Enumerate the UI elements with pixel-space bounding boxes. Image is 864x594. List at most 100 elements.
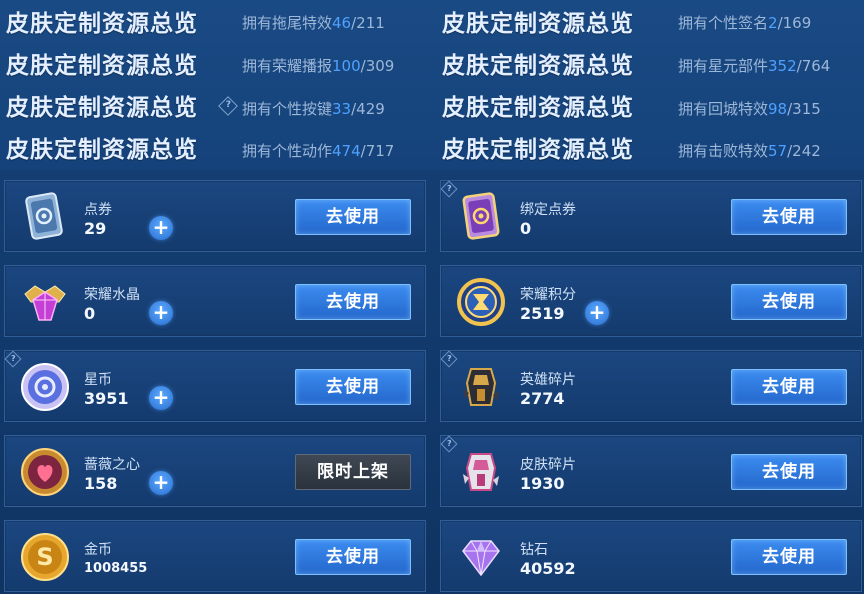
summary-title: 皮肤定制资源总览 [442,53,634,79]
stat-total: /242 [787,142,821,160]
stat-owned: 474 [332,142,361,160]
stat-label: 拥有星元部件 [678,57,769,75]
resource-count: 40592 [520,559,576,578]
stat-label: 拥有个性动作 [242,142,333,160]
resource-card-coupon: 点券 29 + 去使用 [4,180,426,252]
stat-label: 拥有荣耀播报 [242,57,333,75]
bound-coupon-card-icon [453,189,509,245]
use-skin-fragment-button[interactable]: 去使用 [731,454,847,490]
resource-card-skin-fragment: ? 皮肤碎片 1930 去使用 [440,435,862,507]
summary-title: 皮肤定制资源总览 [442,95,634,121]
stat-total: /169 [777,14,812,32]
resource-card-glory-crystal: 荣耀水晶 0 + 去使用 [4,265,426,337]
resource-card-star-coin: ? 星币 3951 + 去使用 [4,350,426,422]
resource-card-gold-coin: S 金币 1008455 去使用 [4,520,426,592]
resource-card-glory-points: 荣耀积分 2519 + 去使用 [440,265,862,337]
summary-stat-glory-broadcast: 拥有荣耀播报100/309 [242,55,394,76]
use-glory-points-button[interactable]: 去使用 [731,284,847,320]
stat-total: /315 [787,100,821,118]
summary-stat-defeat-effects: 拥有击败特效57/242 [678,140,821,161]
resource-count: 2774 [520,389,565,408]
use-coupon-button[interactable]: 去使用 [295,199,411,235]
svg-text:S: S [36,543,53,571]
resource-count: 1930 [520,474,565,493]
stat-total: /309 [360,57,395,75]
glory-crystal-icon [17,274,73,330]
summary-row: 皮肤定制资源总览 [6,42,198,84]
resource-count: 0 [84,304,96,323]
gold-coin-icon: S [17,529,73,585]
resource-count: 1008455 [84,561,148,576]
use-star-coin-button[interactable]: 去使用 [295,369,411,405]
resource-count: 0 [520,219,532,238]
use-gold-coin-button[interactable]: 去使用 [295,539,411,575]
stat-owned: 33 [332,100,352,118]
resource-name: 星币 [84,372,112,388]
add-rose-heart-button[interactable]: + [149,471,173,495]
use-glory-crystal-button[interactable]: 去使用 [295,284,411,320]
summary-title: 皮肤定制资源总览 [6,11,198,37]
use-hero-fragment-button[interactable]: 去使用 [731,369,847,405]
resource-name: 皮肤碎片 [520,457,576,473]
stat-total: /764 [796,57,831,75]
summary-title: 皮肤定制资源总览 [6,95,198,121]
resource-card-bound-coupon: ? 绑定点券 0 去使用 [440,180,862,252]
use-diamond-button[interactable]: 去使用 [731,539,847,575]
summary-title: 皮肤定制资源总览 [442,11,634,37]
use-bound-coupon-button[interactable]: 去使用 [731,199,847,235]
summary-stat-star-parts: 拥有星元部件352/764 [678,55,830,76]
stat-total: /211 [351,14,385,32]
summary-stat-custom-buttons: 拥有个性按键33/429 [242,98,385,119]
add-coupon-button[interactable]: + [149,216,173,240]
summary-title: 皮肤定制资源总览 [6,137,198,163]
stat-label: 拥有个性按键 [242,100,333,118]
rose-heart-icon [17,444,73,500]
resource-name: 点券 [84,202,112,218]
resource-card-hero-fragment: ? 英雄碎片 2774 去使用 [440,350,862,422]
skin-fragment-icon [453,444,509,500]
resource-count: 158 [84,474,118,493]
summary-row: 皮肤定制资源总览 [442,0,634,42]
summary-row: 皮肤定制资源总览 [6,126,198,168]
resource-name: 荣耀水晶 [84,287,140,303]
resource-count: 2519 [520,304,565,323]
help-icon[interactable]: ? [218,96,238,116]
resource-name: 荣耀积分 [520,287,576,303]
limited-time-button[interactable]: 限时上架 [295,454,411,490]
resource-name: 金币 [84,542,112,558]
summary-row: 皮肤定制资源总览 [6,84,198,126]
summary-title: 皮肤定制资源总览 [442,137,634,163]
summary-row: 皮肤定制资源总览 [442,126,634,168]
summary-title: 皮肤定制资源总览 [6,53,198,79]
stat-label: 拥有拖尾特效 [242,14,333,32]
stat-owned: 46 [332,14,352,32]
diamond-icon [453,529,509,585]
add-glory-points-button[interactable]: + [585,301,609,325]
stat-label: 拥有回城特效 [678,100,769,118]
summary-row: 皮肤定制资源总览 [6,0,198,42]
summary-stat-custom-actions: 拥有个性动作474/717 [242,140,394,161]
resource-count: 3951 [84,389,129,408]
hero-fragment-icon [453,359,509,415]
stat-owned: 352 [768,57,797,75]
summary-row: 皮肤定制资源总览 [442,42,634,84]
stat-total: /717 [360,142,395,160]
stat-owned: 2 [768,14,778,32]
skin-resource-summary: 皮肤定制资源总览 拥有拖尾特效46/211 皮肤定制资源总览 拥有荣耀播报100… [0,0,864,170]
stat-owned: 57 [768,142,788,160]
add-star-coin-button[interactable]: + [149,386,173,410]
star-coin-icon [17,359,73,415]
resource-name: 蔷薇之心 [84,457,140,473]
summary-stat-recall-effects: 拥有回城特效98/315 [678,98,821,119]
resource-name: 绑定点券 [520,202,576,218]
summary-stat-trail-effects: 拥有拖尾特效46/211 [242,12,385,33]
glory-points-icon [453,274,509,330]
resource-count: 29 [84,219,107,238]
summary-stat-signature: 拥有个性签名2/169 [678,12,811,33]
resource-card-rose-heart: 蔷薇之心 158 + 限时上架 [4,435,426,507]
stat-label: 拥有击败特效 [678,142,769,160]
resource-card-diamond: 钻石 40592 去使用 [440,520,862,592]
add-glory-crystal-button[interactable]: + [149,301,173,325]
stat-label: 拥有个性签名 [678,14,769,32]
summary-row: 皮肤定制资源总览 [442,84,634,126]
